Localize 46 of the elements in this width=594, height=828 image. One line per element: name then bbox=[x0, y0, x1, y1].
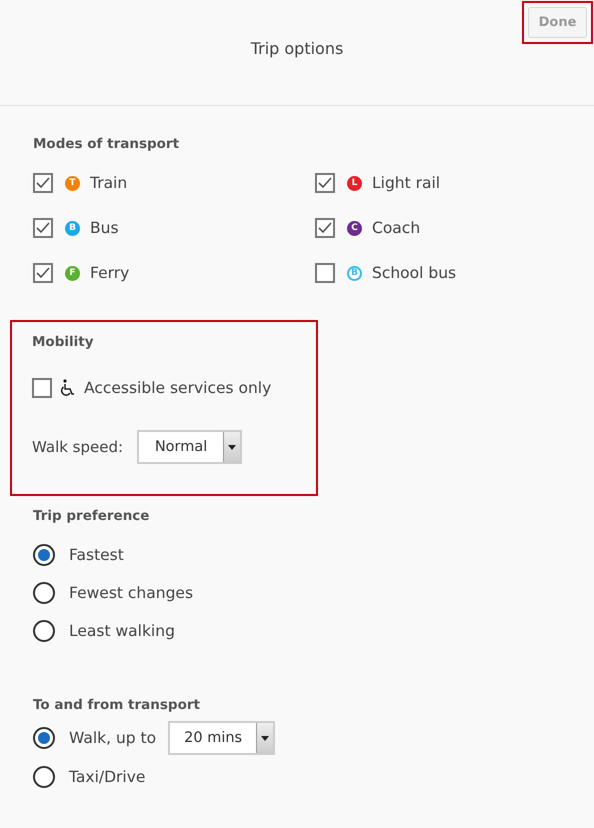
radio-label: Fastest bbox=[69, 546, 124, 564]
checkbox[interactable] bbox=[33, 173, 53, 193]
section-heading: Mobility bbox=[32, 334, 95, 350]
checkbox-label: Coach bbox=[372, 219, 420, 237]
radio-button[interactable] bbox=[33, 620, 55, 642]
transport-badge: C bbox=[347, 220, 362, 236]
radio-label: Least walking bbox=[69, 622, 175, 640]
transport-badge: T bbox=[65, 176, 80, 190]
checkmark-icon bbox=[35, 175, 51, 191]
dropdown-caret-icon bbox=[256, 723, 274, 753]
transport-badge: B bbox=[347, 266, 362, 280]
checkbox[interactable] bbox=[315, 218, 335, 238]
checkbox-label: Train bbox=[90, 174, 128, 192]
radio-button[interactable] bbox=[33, 727, 55, 749]
wheelchair-icon bbox=[60, 379, 76, 397]
radio-label: Walk, up to bbox=[69, 729, 156, 747]
checkbox-label: Accessible services only bbox=[84, 379, 272, 397]
page-title: Trip options bbox=[250, 39, 344, 58]
transport-badge: L bbox=[347, 176, 362, 190]
section-heading: To and from transport bbox=[33, 697, 201, 713]
checkbox-label: Ferry bbox=[90, 264, 130, 282]
checkmark-icon bbox=[317, 175, 333, 191]
checkbox-label: Bus bbox=[90, 219, 119, 237]
section-heading: Trip preference bbox=[33, 508, 150, 524]
checkbox[interactable] bbox=[315, 173, 335, 193]
radio-button[interactable] bbox=[33, 544, 55, 566]
checkbox[interactable] bbox=[315, 263, 335, 283]
dropdown-caret-icon bbox=[223, 432, 240, 462]
radio-label: Fewest changes bbox=[69, 584, 194, 602]
transport-badge: B bbox=[65, 220, 80, 236]
checkbox[interactable] bbox=[32, 378, 52, 398]
checkmark-icon bbox=[35, 265, 51, 281]
checkbox-label: Light rail bbox=[372, 174, 440, 192]
checkbox[interactable] bbox=[33, 263, 53, 283]
field-label: Walk speed: bbox=[32, 438, 124, 456]
section-heading: Modes of transport bbox=[33, 136, 180, 152]
checkbox-label: School bus bbox=[372, 264, 456, 282]
transport-badge: F bbox=[65, 266, 80, 280]
walk-speed-dropdown[interactable]: Normal bbox=[137, 430, 242, 464]
radio-button[interactable] bbox=[33, 766, 55, 788]
radio-button[interactable] bbox=[33, 582, 55, 604]
walk-time-dropdown[interactable]: 20 mins bbox=[168, 721, 276, 755]
checkmark-icon bbox=[35, 220, 51, 236]
radio-label: Taxi/Drive bbox=[69, 768, 146, 786]
checkmark-icon bbox=[317, 220, 333, 236]
checkbox[interactable] bbox=[33, 218, 53, 238]
